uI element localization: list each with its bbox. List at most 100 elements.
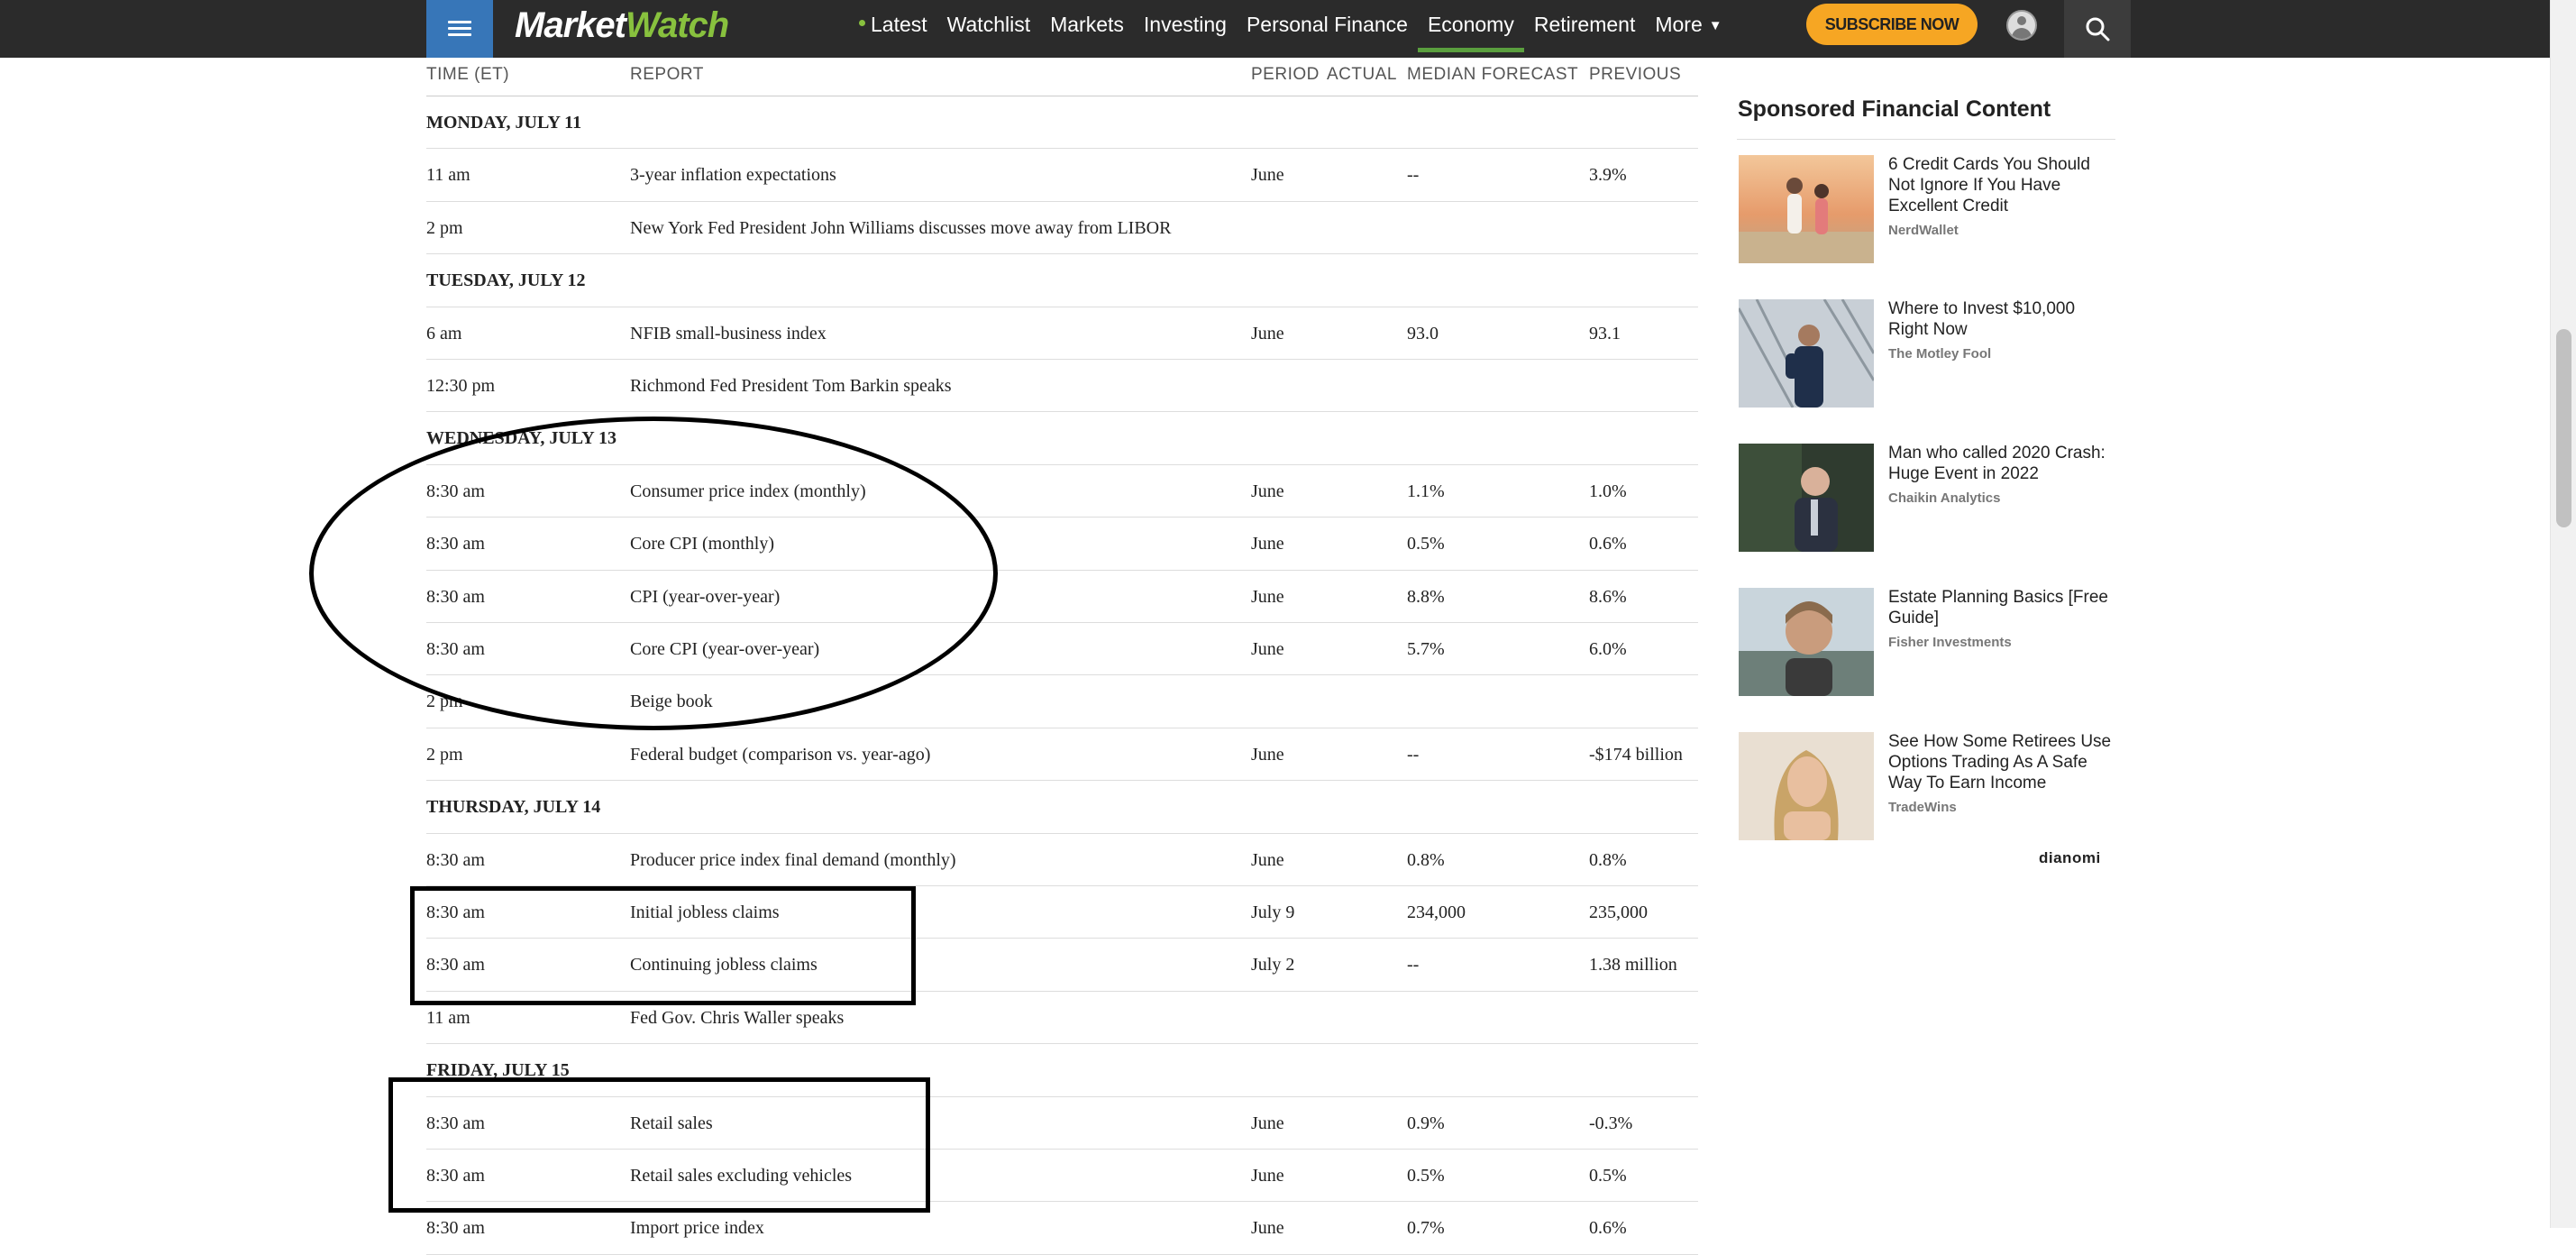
menu-button[interactable] [426, 0, 493, 58]
divider [1737, 139, 2115, 140]
cell-median-forecast: 0.7% [1407, 1218, 1445, 1239]
table-row: 12:30 pm Richmond Fed President Tom Barki… [426, 360, 1698, 413]
cell-period: June [1251, 481, 1284, 501]
nav-item-label: Economy [1427, 13, 1514, 36]
cell-median-forecast: 5.7% [1407, 639, 1445, 659]
sponsored-thumbnail [1739, 588, 1874, 696]
menu-icon [448, 21, 471, 37]
cell-period: July 9 [1251, 902, 1295, 922]
table-row: 8:30 am Producer price index final demand… [426, 834, 1698, 886]
nav-item-markets[interactable]: Markets [1040, 0, 1134, 52]
main-nav: Latest Watchlist Markets Investing Perso… [849, 0, 1732, 52]
nav-item-label: Investing [1143, 13, 1227, 36]
nav-item-label: Latest [871, 13, 927, 36]
cell-report: Richmond Fed President Tom Barkin speaks [630, 376, 952, 396]
cell-report: NFIB small-business index [630, 323, 827, 344]
cell-previous: 0.5% [1589, 1166, 1627, 1186]
cell-period: June [1251, 744, 1284, 765]
cell-period: June [1251, 1166, 1284, 1186]
nav-item-label: Retirement [1533, 13, 1636, 36]
cell-median-forecast: 0.5% [1407, 1166, 1445, 1186]
sponsored-headline: Estate Planning Basics [Free Guide] [1888, 588, 2108, 628]
sponsored-headline: See How Some Retirees Use Options Tradin… [1888, 732, 2112, 792]
cell-report: Federal budget (comparison vs. year-ago) [630, 744, 931, 765]
cell-previous: 0.6% [1589, 534, 1627, 554]
sponsored-source: Fisher Investments [1888, 635, 2012, 650]
cell-median-forecast: -- [1407, 744, 1420, 765]
cell-time: 2 pm [426, 217, 463, 238]
nav-item-watchlist[interactable]: Watchlist [937, 0, 1040, 52]
scrollbar-thumb[interactable] [2556, 329, 2571, 527]
sponsored-headline: Where to Invest $10,000 Right Now [1888, 299, 2076, 339]
sponsored-item[interactable]: Where to Invest $10,000 Right Now The Mo… [1737, 299, 2115, 411]
nav-item-latest[interactable]: Latest [849, 0, 937, 52]
cell-time: 6 am [426, 323, 462, 344]
col-header-report: REPORT [630, 65, 704, 84]
annotation-ellipse [309, 417, 998, 730]
sponsored-source: Chaikin Analytics [1888, 490, 2001, 506]
cell-time: 2 pm [426, 744, 463, 765]
nav-item-label: More [1655, 13, 1703, 36]
cell-report: Fed Gov. Chris Waller speaks [630, 1007, 845, 1028]
cell-previous: 8.6% [1589, 586, 1627, 607]
sponsored-source: TradeWins [1888, 800, 1957, 815]
cell-report: 3-year inflation expectations [630, 165, 836, 186]
cell-time: 8:30 am [426, 849, 485, 870]
annotation-box-retail-sales [388, 1077, 930, 1213]
col-header-actual: ACTUAL [1327, 65, 1397, 84]
col-header-period: PERIOD [1251, 65, 1320, 84]
cell-report: New York Fed President John Williams dis… [630, 217, 1172, 238]
cell-median-forecast: 234,000 [1407, 902, 1466, 922]
live-dot-icon [859, 20, 865, 27]
nav-item-more[interactable]: More ▼ [1645, 0, 1731, 52]
cell-previous: 1.38 million [1589, 955, 1677, 976]
cell-previous: -0.3% [1589, 1113, 1633, 1133]
nav-item-retirement[interactable]: Retirement [1524, 0, 1645, 52]
user-icon[interactable] [2006, 10, 2037, 41]
cell-previous: 0.6% [1589, 1218, 1627, 1239]
logo-market-text: Market [515, 5, 626, 45]
cell-median-forecast: 0.8% [1407, 849, 1445, 870]
nav-item-label: Personal Finance [1246, 13, 1408, 36]
sponsored-headline: Man who called 2020 Crash: Huge Event in… [1888, 444, 2106, 483]
table-header: TIME (ET) REPORT PERIOD ACTUAL MEDIAN FO… [426, 58, 1698, 96]
cell-median-forecast: 93.0 [1407, 323, 1439, 344]
day-header-row: THURSDAY, JULY 14 [426, 781, 1698, 834]
subscribe-button[interactable]: SUBSCRIBE NOW [1806, 4, 1978, 45]
nav-item-label: Watchlist [946, 13, 1031, 36]
sponsored-item[interactable]: Estate Planning Basics [Free Guide] Fish… [1737, 588, 2115, 700]
cell-previous: -$174 billion [1589, 744, 1683, 765]
col-header-previous: PREVIOUS [1589, 65, 1682, 84]
col-header-time: TIME (ET) [426, 65, 510, 84]
table-row: 11 am 3-year inflation expectations June --… [426, 149, 1698, 202]
cell-time: 12:30 pm [426, 376, 496, 396]
nav-item-investing[interactable]: Investing [1134, 0, 1237, 52]
sponsored-item[interactable]: Man who called 2020 Crash: Huge Event in… [1737, 444, 2115, 555]
nav-item-economy[interactable]: Economy [1417, 0, 1524, 52]
nav-item-label: Markets [1050, 13, 1124, 36]
cell-previous: 235,000 [1589, 902, 1648, 922]
cell-period: June [1251, 639, 1284, 659]
chevron-down-icon: ▼ [1708, 17, 1722, 33]
cell-time: 11 am [426, 165, 470, 186]
nav-item-personal-finance[interactable]: Personal Finance [1237, 0, 1418, 52]
sponsored-source: The Motley Fool [1888, 346, 1992, 362]
page-scrollbar[interactable] [2550, 0, 2576, 1228]
sponsored-item[interactable]: 6 Credit Cards You Should Not Ignore If … [1737, 155, 2115, 267]
sponsored-thumbnail [1739, 444, 1874, 552]
cell-previous: 93.1 [1589, 323, 1621, 344]
col-header-median-forecast: MEDIAN FORECAST [1407, 65, 1579, 84]
day-label: MONDAY, JULY 11 [426, 113, 582, 133]
marketwatch-logo[interactable]: MarketWatch [515, 2, 729, 49]
dianomi-logo[interactable]: dianomi [2039, 849, 2101, 867]
search-button[interactable] [2064, 0, 2131, 58]
sponsored-thumbnail [1739, 155, 1874, 263]
cell-median-forecast: 8.8% [1407, 586, 1445, 607]
cell-previous: 1.0% [1589, 481, 1627, 501]
cell-previous: 6.0% [1589, 639, 1627, 659]
sponsored-headline: 6 Credit Cards You Should Not Ignore If … [1888, 155, 2090, 215]
cell-period: June [1251, 323, 1284, 344]
cell-previous: 0.8% [1589, 849, 1627, 870]
sponsored-thumbnail [1739, 732, 1874, 840]
sponsored-item[interactable]: See How Some Retirees Use Options Tradin… [1737, 732, 2115, 844]
